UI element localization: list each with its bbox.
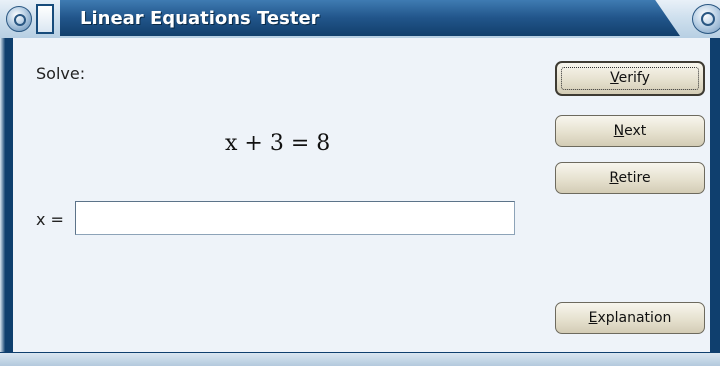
window-frame-right[interactable] (710, 38, 720, 353)
retire-button[interactable]: Retire (555, 162, 705, 194)
maximize-icon[interactable] (692, 4, 720, 34)
retire-label-rest: etire (618, 170, 651, 186)
next-mnemonic: N (613, 123, 625, 139)
window-frame-bottom[interactable] (0, 352, 720, 366)
equation-text: x + 3 = 8 (225, 131, 331, 156)
explanation-button[interactable]: Explanation (555, 302, 705, 334)
answer-input[interactable] (75, 201, 515, 235)
next-label-rest: ext (624, 123, 647, 139)
focus-indicator (561, 67, 699, 90)
title-bar[interactable]: Linear Equations Tester (0, 0, 720, 38)
client-area: Solve: x + 3 = 8 x = Verify Next Retire … (13, 38, 710, 352)
explanation-label-rest: xplanation (597, 310, 672, 326)
window-title: Linear Equations Tester (80, 8, 320, 29)
window-frame-left[interactable] (0, 38, 13, 353)
next-button[interactable]: Next (555, 115, 705, 147)
sticky-icon[interactable] (36, 4, 54, 34)
verify-button[interactable]: Verify (555, 61, 705, 96)
answer-label: x = (36, 210, 64, 229)
solve-label: Solve: (36, 64, 86, 83)
retire-mnemonic: R (609, 170, 619, 186)
window-menu-icon[interactable] (6, 6, 32, 32)
application-window: Linear Equations Tester Solve: x + 3 = 8… (0, 0, 720, 366)
